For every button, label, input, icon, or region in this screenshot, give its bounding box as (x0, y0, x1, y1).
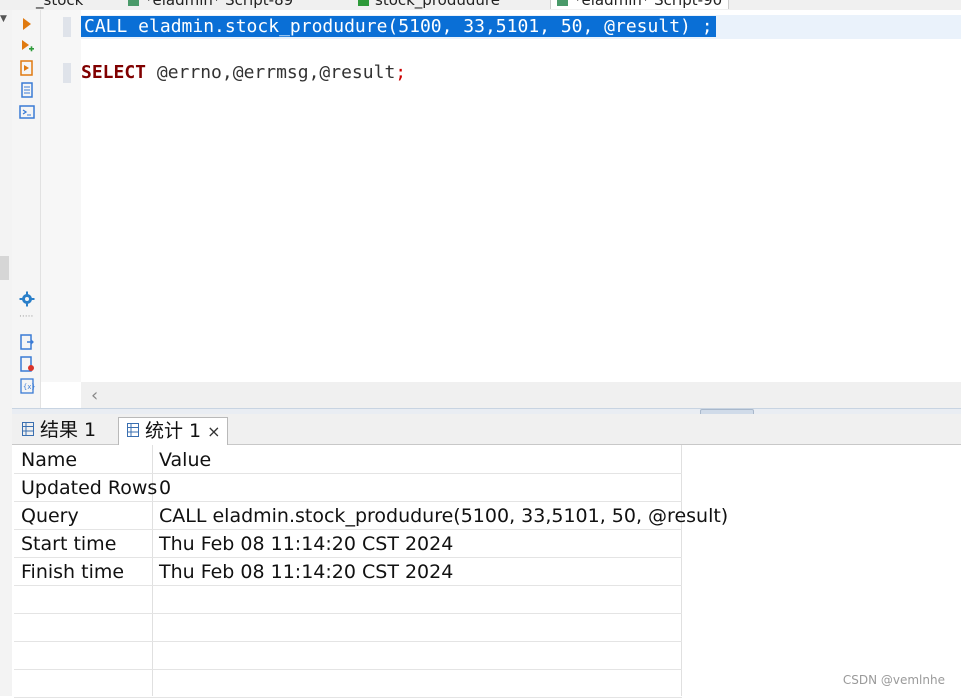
table-row[interactable]: Finish time Thu Feb 08 11:14:20 CST 2024 (14, 557, 682, 586)
cell-name[interactable]: Finish time (21, 557, 151, 585)
grid-icon (22, 417, 34, 444)
table-row[interactable]: Query CALL eladmin.stock_produdure(5100,… (14, 501, 728, 530)
editor-tab-script-90[interactable]: *eladmin* Script-90 (550, 0, 730, 9)
editor-gutter (41, 10, 81, 382)
svg-text:{x}: {x} (23, 383, 35, 391)
code-line-1[interactable]: CALL eladmin.stock_produdure(5100, 33,51… (81, 15, 961, 39)
table-row[interactable]: Updated Rows 0 (14, 473, 682, 502)
more-icon[interactable]: ····· (19, 312, 35, 328)
tab-label: stock_produdure (375, 0, 500, 9)
column-header-name[interactable]: Name (21, 445, 151, 473)
tab-label: *eladmin* Script-90 (574, 0, 723, 9)
empty-row (14, 669, 682, 698)
editor-tab-script-89[interactable]: *eladmin* Script-89 (128, 0, 293, 9)
tab-label: 统计 1 (145, 420, 202, 442)
cell-value[interactable]: 0 (159, 473, 679, 501)
cell-value[interactable]: Thu Feb 08 11:14:20 CST 2024 (159, 529, 679, 557)
editor-tab-strip: _stock *eladmin* Script-89 stock_produdu… (0, 0, 961, 10)
sql-script-icon (557, 0, 568, 6)
chevron-down-icon[interactable]: ▼ (0, 14, 7, 24)
empty-row (14, 641, 682, 670)
scroll-left-icon[interactable]: ‹ (91, 385, 98, 406)
import-icon[interactable] (19, 356, 35, 372)
console-icon[interactable] (19, 104, 35, 120)
column-header-value[interactable]: Value (159, 445, 679, 473)
export-icon[interactable] (19, 334, 35, 350)
close-icon[interactable]: × (207, 422, 220, 441)
line-marker (63, 63, 71, 83)
tab-label: _stock (36, 0, 84, 9)
cell-name[interactable]: Updated Rows (21, 473, 157, 501)
tab-label: 结果 1 (40, 419, 97, 441)
format-icon[interactable]: {x} (19, 378, 35, 394)
cell-value[interactable]: Thu Feb 08 11:14:20 CST 2024 (159, 557, 679, 585)
selected-call-statement[interactable]: CALL eladmin.stock_produdure(5100, 33,51… (81, 16, 716, 37)
grid-header-row: Name Value (14, 445, 682, 474)
execute-new-tab-icon[interactable] (19, 38, 35, 54)
execute-script-icon[interactable] (19, 60, 35, 76)
editor-side-toolbar: ····· {x} (12, 10, 41, 410)
cell-name[interactable]: Query (21, 501, 151, 529)
tab-label: *eladmin* Script-89 (145, 0, 294, 9)
sql-script-icon (128, 0, 139, 6)
sql-editor[interactable]: CALL eladmin.stock_produdure(5100, 33,51… (81, 10, 961, 382)
line-marker (63, 17, 71, 37)
empty-row (14, 613, 682, 642)
table-row[interactable]: Start time Thu Feb 08 11:14:20 CST 2024 (14, 529, 682, 558)
empty-row (14, 585, 682, 614)
explain-icon[interactable] (19, 82, 35, 98)
editor-tab-stock-produdure[interactable]: stock_produdure (358, 0, 500, 9)
watermark: CSDN @vemlnhe (842, 673, 945, 687)
cell-value[interactable]: CALL eladmin.stock_produdure(5100, 33,51… (159, 501, 728, 529)
left-scroll-thumb[interactable] (0, 256, 9, 280)
settings-icon[interactable] (19, 291, 35, 307)
result-tab-bar: 结果 1 统计 1 × (12, 414, 961, 446)
cell-name[interactable]: Start time (21, 529, 151, 557)
select-variables: @errno,@errmsg,@result (146, 62, 396, 83)
horizontal-scrollbar[interactable]: ‹ (81, 382, 961, 408)
tab-results-1[interactable]: 结果 1 (14, 417, 118, 444)
code-line-2[interactable]: SELECT @errno,@errmsg,@result; (81, 61, 961, 85)
editor-tab-stock[interactable]: _stock (36, 0, 83, 9)
tab-statistics-1[interactable]: 统计 1 × (118, 417, 228, 446)
semicolon: ; (395, 62, 407, 83)
select-keyword: SELECT (81, 62, 147, 83)
statistics-grid: Name Value Updated Rows 0 Query CALL ela… (14, 445, 961, 698)
grid-icon (127, 418, 139, 445)
left-panel-edge: ▼ (0, 10, 12, 696)
procedure-icon (358, 0, 369, 6)
execute-icon[interactable] (19, 16, 35, 32)
